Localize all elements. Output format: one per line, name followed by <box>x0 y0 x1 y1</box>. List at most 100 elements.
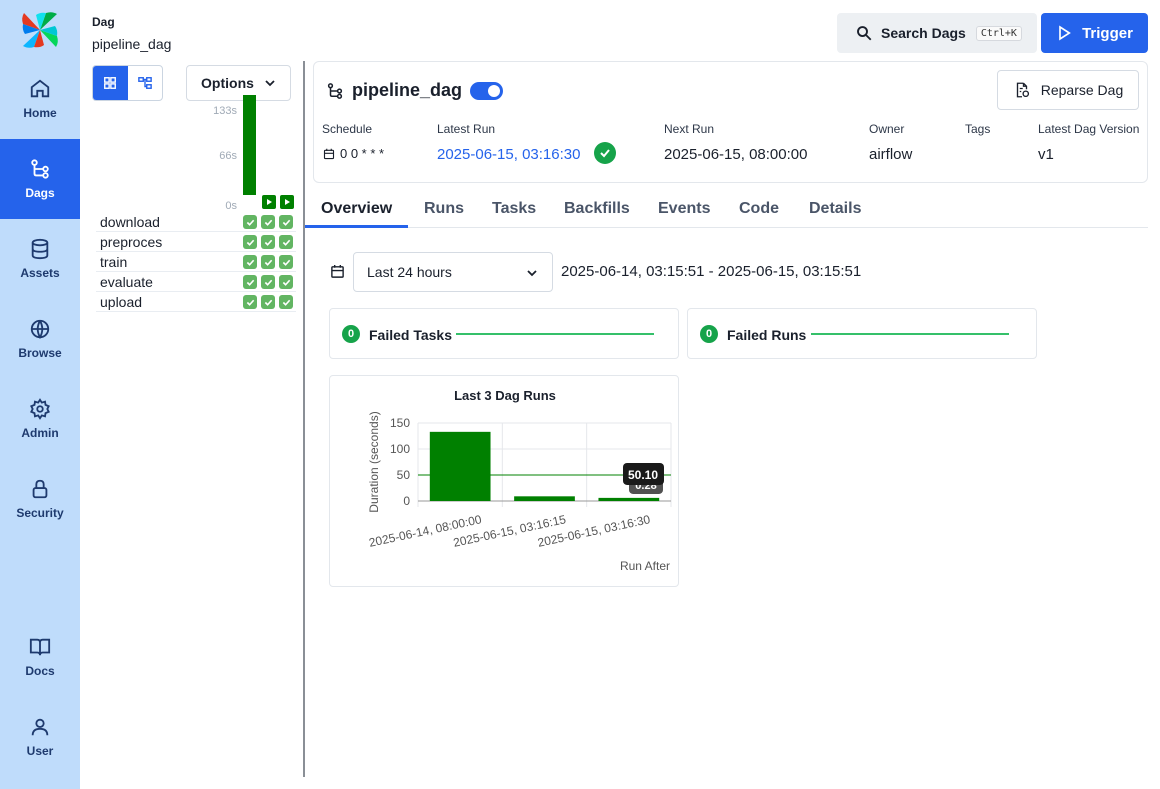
failed-tasks-card[interactable]: 0 Failed Tasks <box>329 308 679 359</box>
chart-bar[interactable] <box>429 431 491 501</box>
check-icon <box>264 259 272 266</box>
dag-name: pipeline_dag <box>352 80 463 100</box>
check-icon <box>282 219 290 226</box>
nav-admin[interactable]: Admin <box>0 379 80 459</box>
chart-bar[interactable] <box>598 497 660 501</box>
version-label: Latest Dag Version <box>1038 122 1140 136</box>
check-icon <box>246 259 254 266</box>
task-instance-cell[interactable] <box>279 215 293 229</box>
tab-code[interactable]: Code <box>739 200 779 218</box>
grid-axis-min: 0s <box>225 200 237 212</box>
chevron-down-icon <box>527 270 537 277</box>
task-name[interactable]: evaluate <box>100 274 153 290</box>
task-instance-cell[interactable] <box>279 235 293 249</box>
search-shortcut: Ctrl+K <box>975 25 1022 41</box>
task-name[interactable]: download <box>100 214 160 230</box>
chevron-down-icon <box>265 80 275 87</box>
task-instance-cell[interactable] <box>243 215 257 229</box>
check-icon <box>282 259 290 266</box>
task-row[interactable]: train <box>96 252 296 272</box>
task-row[interactable]: preproces <box>96 232 296 252</box>
graph-icon <box>137 77 152 89</box>
task-instance-cell[interactable] <box>279 255 293 269</box>
graph-view-button[interactable] <box>128 66 163 100</box>
nav-label: Dags <box>25 186 55 200</box>
nav-label: Security <box>16 506 64 520</box>
tab-bar: Overview Runs Tasks Backfills Events Cod… <box>305 188 1148 228</box>
task-name[interactable]: train <box>100 254 127 270</box>
options-label: Options <box>201 75 254 91</box>
duration-chart[interactable]: Last 3 Dag Runs0501001502025-06-14, 08:0… <box>330 376 680 588</box>
task-name[interactable]: upload <box>100 294 142 310</box>
task-row[interactable]: evaluate <box>96 272 296 292</box>
task-instance-cell[interactable] <box>261 275 275 289</box>
nav-dags[interactable]: Dags <box>0 139 80 219</box>
schedule-value: 0 0 * * * <box>323 146 384 161</box>
nav-label: Assets <box>20 266 60 280</box>
breadcrumb-dag-name[interactable]: pipeline_dag <box>92 36 171 52</box>
check-icon <box>264 239 272 246</box>
task-instance-cell[interactable] <box>243 255 257 269</box>
reparse-dag-button[interactable]: Reparse Dag <box>997 70 1139 110</box>
owner-value[interactable]: airflow <box>869 146 912 163</box>
schedule-label: Schedule <box>322 122 373 136</box>
task-instance-cell[interactable] <box>261 215 275 229</box>
tab-runs[interactable]: Runs <box>424 200 464 218</box>
trigger-button[interactable]: Trigger <box>1041 13 1148 53</box>
task-instance-cell[interactable] <box>279 275 293 289</box>
task-instance-cell[interactable] <box>261 255 275 269</box>
check-icon <box>264 299 272 306</box>
trigger-label: Trigger <box>1082 24 1133 42</box>
run-status-button[interactable] <box>262 195 276 209</box>
panel-divider[interactable] <box>303 61 305 777</box>
nav-home[interactable]: Home <box>0 59 80 139</box>
task-instance-cell[interactable] <box>261 235 275 249</box>
task-instance-cell[interactable] <box>279 295 293 309</box>
dag-header-card: pipeline_dag Reparse Dag Schedule 0 0 * … <box>313 61 1148 183</box>
tab-backfills[interactable]: Backfills <box>564 200 630 218</box>
tags-label: Tags <box>965 122 991 136</box>
latest-run-link[interactable]: 2025-06-15, 03:16:30 <box>437 146 580 163</box>
grid-run-bar[interactable] <box>243 95 256 195</box>
dags-icon <box>31 159 49 179</box>
nav-assets[interactable]: Assets <box>0 219 80 299</box>
nav-security[interactable]: Security <box>0 459 80 539</box>
tab-tasks[interactable]: Tasks <box>492 200 536 218</box>
task-instance-cell[interactable] <box>243 235 257 249</box>
task-instance-cell[interactable] <box>261 295 275 309</box>
tab-overview[interactable]: Overview <box>321 200 392 218</box>
nav-docs[interactable]: Docs <box>0 617 80 697</box>
version-value: v1 <box>1038 146 1054 163</box>
task-row[interactable]: download <box>96 212 296 232</box>
task-instance-cell[interactable] <box>243 275 257 289</box>
chart-bar[interactable] <box>514 496 575 501</box>
nav-browse[interactable]: Browse <box>0 299 80 379</box>
chart-tooltip-primary: 50.10 <box>628 468 658 482</box>
pause-toggle[interactable] <box>470 81 504 100</box>
time-range-text: 2025-06-14, 03:15:51 - 2025-06-15, 03:15… <box>561 263 862 280</box>
check-icon <box>246 239 254 246</box>
failed-tasks-label: Failed Tasks <box>369 327 453 343</box>
nav-user[interactable]: User <box>0 697 80 777</box>
time-range-select[interactable]: Last 24 hours <box>353 252 553 292</box>
chart-title: Last 3 Dag Runs <box>454 388 556 403</box>
file-refresh-icon <box>1016 82 1029 98</box>
options-button[interactable]: Options <box>186 65 291 101</box>
tab-events[interactable]: Events <box>658 200 710 218</box>
app-root: Home Dags Assets Browse Admin Security D… <box>0 0 1160 789</box>
next-run-value: 2025-06-15, 08:00:00 <box>664 146 808 163</box>
search-dags-button[interactable]: Search Dags Ctrl+K <box>837 13 1037 53</box>
tab-details[interactable]: Details <box>809 200 861 218</box>
airflow-logo-icon[interactable] <box>20 10 60 50</box>
run-status-button[interactable] <box>280 195 294 209</box>
nav-label: Home <box>23 106 57 120</box>
task-instance-cell[interactable] <box>243 295 257 309</box>
play-icon <box>267 199 272 205</box>
active-tab-indicator <box>305 225 408 228</box>
play-icon <box>1059 25 1071 41</box>
failed-runs-card[interactable]: 0 Failed Runs <box>687 308 1037 359</box>
check-icon <box>246 219 254 226</box>
grid-view-button[interactable] <box>93 66 128 100</box>
task-row[interactable]: upload <box>96 292 296 312</box>
task-name[interactable]: preproces <box>100 234 162 250</box>
